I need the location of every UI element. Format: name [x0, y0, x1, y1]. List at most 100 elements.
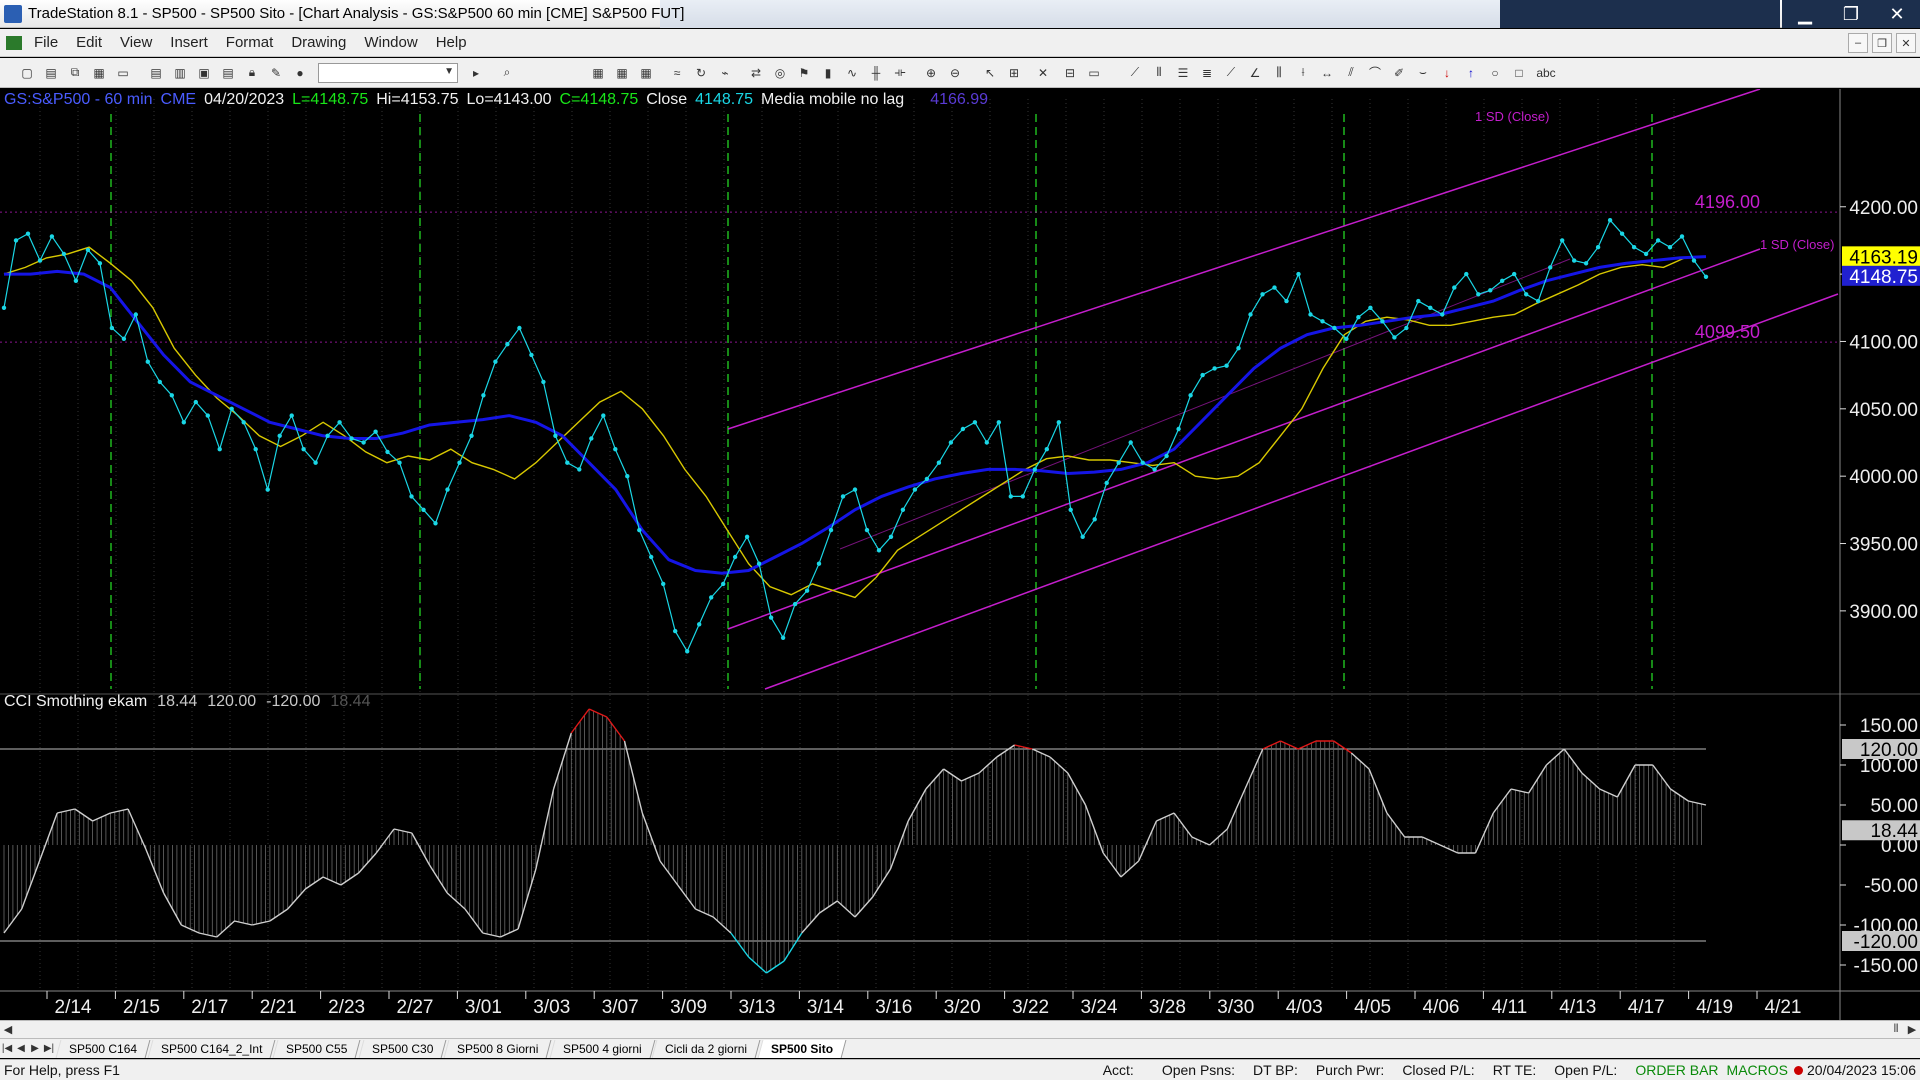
speed-lines-icon[interactable]: ∠	[1246, 65, 1264, 81]
pencil-icon[interactable]: ✐	[1390, 65, 1408, 81]
tab-label: SP500 C164	[69, 1041, 138, 1056]
tab-sp500-c164-2-int[interactable]: SP500 C164_2_Int	[147, 1039, 276, 1058]
chart-icon[interactable]: ⌁	[716, 65, 734, 81]
folder-icon[interactable]: ▭	[114, 65, 132, 81]
indicator-icon[interactable]: ∿	[843, 65, 861, 81]
price-axis-label: 3950.00	[1849, 535, 1918, 556]
time-axis-label: 3/14	[807, 997, 844, 1018]
zoom-out-icon[interactable]: ⊖	[946, 65, 964, 81]
print-preview-icon[interactable]: ▥	[171, 65, 189, 81]
scroll-left-icon[interactable]: ◀	[0, 1023, 16, 1036]
flag-icon[interactable]: ⚑	[795, 65, 813, 81]
channel-icon[interactable]: ⫽	[1342, 65, 1360, 81]
mdi-restore-button[interactable]: ❐	[1872, 33, 1892, 53]
sync-icon[interactable]: ⇄	[747, 65, 765, 81]
menu-view[interactable]: View	[111, 34, 161, 51]
scroll-thumb-icon[interactable]: ⦀	[1888, 1023, 1904, 1036]
fib-icon[interactable]: ≣	[1198, 65, 1216, 81]
minimize-button[interactable]: ▁	[1782, 0, 1828, 28]
arrow-down-icon[interactable]: ↓	[1438, 65, 1456, 81]
tools-icon[interactable]: ✕	[1034, 65, 1052, 81]
window-icon[interactable]: ▣	[195, 65, 213, 81]
draw-icon[interactable]: ✎	[267, 65, 285, 81]
cci-value-3: -120.00	[266, 693, 321, 710]
grid3-icon[interactable]: ▦	[637, 65, 655, 81]
scroll-right-icon[interactable]: ▶	[1904, 1023, 1920, 1036]
low-label: Lo=4143.00	[466, 91, 552, 108]
horizontal-arrow-icon[interactable]: ↔	[1318, 65, 1336, 81]
menu-edit[interactable]: Edit	[67, 34, 111, 51]
chart-window-icon[interactable]	[6, 35, 22, 50]
text-icon[interactable]: abc	[1534, 65, 1558, 81]
orders-icon[interactable]: ⊟	[1061, 65, 1079, 81]
compare-icon[interactable]: ╫	[867, 65, 885, 81]
close-price-point	[1428, 305, 1433, 310]
mdi-minimize-button[interactable]: –	[1848, 33, 1868, 53]
insert-icon[interactable]: ⊞	[1005, 65, 1023, 81]
menu-format[interactable]: Format	[217, 34, 283, 51]
workspace-dropdown[interactable]	[318, 62, 458, 83]
print-icon[interactable]: ▤	[147, 65, 165, 81]
search-icon[interactable]: ⌕	[498, 65, 516, 81]
close-price-point	[1476, 292, 1481, 297]
tab-sp500-c30[interactable]: SP500 C30	[358, 1039, 447, 1058]
open-icon[interactable]: ▤	[42, 65, 60, 81]
tab-sp500-8-giorni[interactable]: SP500 8 Giorni	[443, 1039, 553, 1058]
zoom-in-icon[interactable]: ⊕	[922, 65, 940, 81]
andrews-pitchfork-icon[interactable]: ⫼	[1270, 65, 1288, 81]
order-bar-button[interactable]: ORDER BAR	[1635, 1062, 1718, 1078]
doc-icon[interactable]: ▭	[1085, 65, 1103, 81]
horizontal-lines-icon[interactable]: ☰	[1174, 65, 1192, 81]
tab-last-icon[interactable]: ▶|	[42, 1043, 56, 1054]
menu-help[interactable]: Help	[427, 34, 476, 51]
time-axis-label: 4/17	[1628, 997, 1665, 1018]
close-price-point	[157, 379, 162, 385]
menu-window[interactable]: Window	[355, 34, 426, 51]
regression-icon[interactable]: ⟊	[1294, 65, 1312, 81]
chart-scrollbar[interactable]: ◀ ⦀ ▶	[0, 1020, 1920, 1038]
close-button[interactable]: ✕	[1874, 0, 1920, 28]
bracket-icon[interactable]: ⟛	[891, 65, 909, 81]
mdi-close-button[interactable]: ✕	[1896, 33, 1916, 53]
tab-sp500-4-giorni[interactable]: SP500 4 giorni	[549, 1039, 655, 1058]
paste-icon[interactable]: ▦	[90, 65, 108, 81]
tab-sp500-c55[interactable]: SP500 C55	[273, 1039, 362, 1058]
close-price-point	[816, 561, 822, 566]
menu-drawing[interactable]: Drawing	[282, 34, 355, 51]
menu-file[interactable]: File	[25, 34, 67, 51]
play-arrow-icon[interactable]: ▸	[467, 65, 485, 81]
chart-canvas[interactable]: 4196.00 4099.50 1 SD (Close) 1 SD (Close) 42…	[0, 89, 1920, 1020]
macros-button[interactable]: MACROS	[1727, 1062, 1788, 1078]
arc-icon[interactable]: ⌒	[1366, 65, 1384, 81]
cci-line-segment	[1084, 804, 1104, 854]
gann-fan-icon[interactable]: ⟋	[1222, 65, 1240, 81]
cycle-icon[interactable]: ◎	[771, 65, 789, 81]
tab-sp500-sito[interactable]: SP500 Sito	[758, 1039, 847, 1058]
new-icon[interactable]: ▢	[18, 65, 36, 81]
wave-icon[interactable]: ≈	[668, 65, 686, 81]
ellipse-icon[interactable]: ○	[1486, 65, 1504, 81]
curve-icon[interactable]: ⌣	[1414, 65, 1432, 81]
menu-insert[interactable]: Insert	[161, 34, 217, 51]
tab-first-icon[interactable]: |◀	[0, 1043, 14, 1054]
tab-prev-icon[interactable]: ◀	[14, 1043, 28, 1054]
copy-icon[interactable]: ⧉	[66, 65, 84, 81]
globe-icon[interactable]: ●	[291, 65, 309, 81]
rectangle-icon[interactable]: □	[1510, 65, 1528, 81]
bar-icon[interactable]: ▮	[819, 65, 837, 81]
close-price-point	[1332, 325, 1337, 331]
lock-icon[interactable]: 🔒︎	[243, 65, 261, 81]
layout-icon[interactable]: ▤	[219, 65, 237, 81]
pointer-icon[interactable]: ↖	[981, 65, 999, 81]
trendline-icon[interactable]: ⟋	[1126, 65, 1144, 81]
tab-cicli-da-2-giorni[interactable]: Cicli da 2 giorni	[651, 1039, 761, 1058]
chart-analysis-window[interactable]: 4196.00 4099.50 1 SD (Close) 1 SD (Close) 42…	[0, 89, 1920, 1020]
refresh-icon[interactable]: ↻	[692, 65, 710, 81]
vertical-lines-icon[interactable]: ⦀	[1150, 65, 1168, 81]
grid2-icon[interactable]: ▦	[613, 65, 631, 81]
tab-sp500-c164[interactable]: SP500 C164	[55, 1039, 151, 1058]
grid-icon[interactable]: ▦	[589, 65, 607, 81]
maximize-button[interactable]: ❐	[1828, 0, 1874, 28]
arrow-up-icon[interactable]: ↑	[1462, 65, 1480, 81]
tab-next-icon[interactable]: ▶	[28, 1043, 42, 1054]
